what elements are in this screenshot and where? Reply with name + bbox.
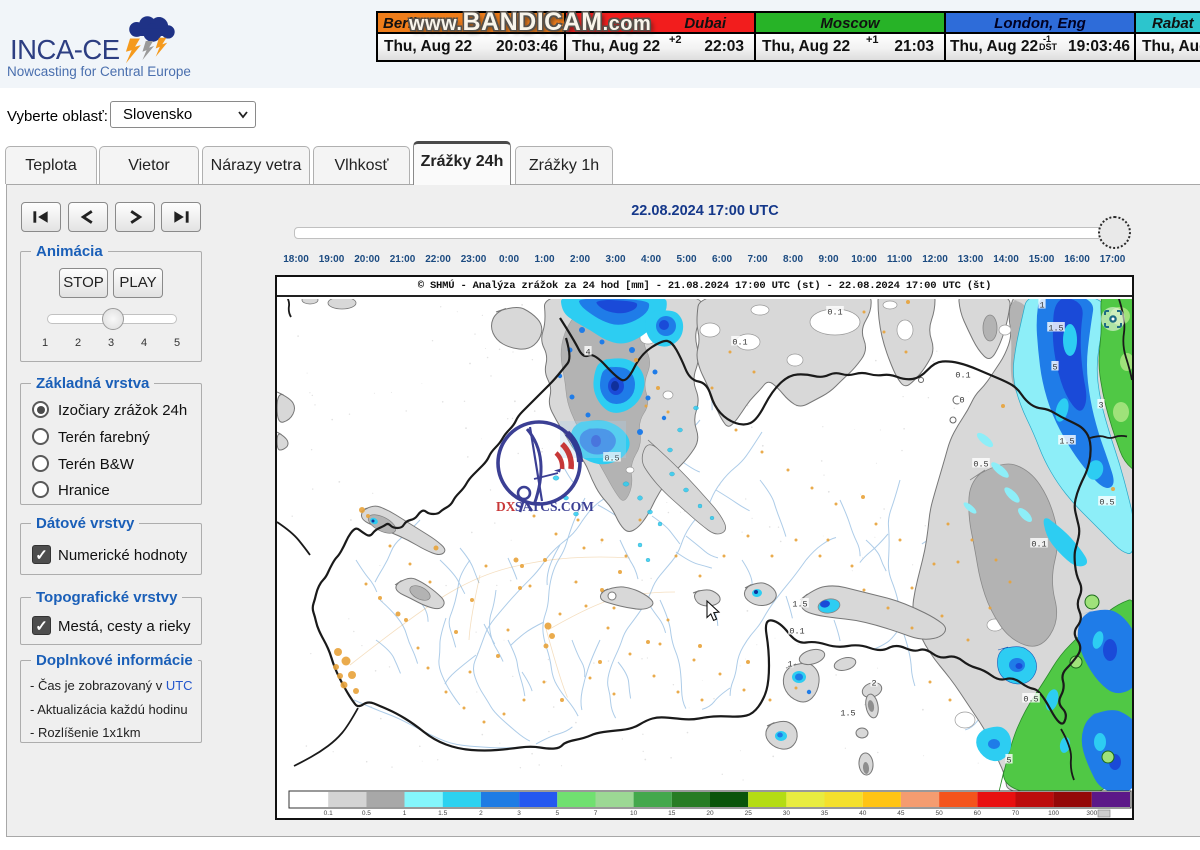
svg-text:0.1: 0.1: [732, 338, 747, 348]
svg-text:20: 20: [706, 810, 714, 817]
svg-text:0.1: 0.1: [324, 810, 333, 817]
svg-text:3: 3: [1098, 401, 1103, 411]
svg-text:0.1: 0.1: [789, 627, 804, 637]
svg-text:0.1: 0.1: [955, 371, 970, 381]
svg-text:30: 30: [783, 810, 791, 817]
svg-text:1.5: 1.5: [438, 810, 447, 817]
svg-text:0: 0: [959, 396, 964, 406]
svg-text:4: 4: [585, 348, 590, 358]
svg-text:45: 45: [897, 810, 905, 817]
svg-text:1.5: 1.5: [1059, 437, 1074, 447]
svg-text:1.5: 1.5: [792, 600, 807, 610]
svg-text:10: 10: [630, 810, 638, 817]
svg-text:3: 3: [517, 810, 521, 817]
svg-text:35: 35: [821, 810, 829, 817]
svg-text:5: 5: [1006, 756, 1011, 766]
svg-text:1.5: 1.5: [1048, 324, 1063, 334]
svg-text:0.5: 0.5: [1023, 695, 1038, 705]
svg-text:DX: DX: [496, 499, 516, 514]
svg-text:0.5: 0.5: [973, 460, 988, 470]
svg-text:60: 60: [974, 810, 982, 817]
svg-text:0.1: 0.1: [1031, 540, 1046, 550]
svg-text:7: 7: [594, 810, 598, 817]
svg-text:1: 1: [403, 810, 407, 817]
svg-text:1.5: 1.5: [840, 709, 855, 719]
svg-text:1: 1: [1039, 301, 1044, 311]
svg-text:0.5: 0.5: [362, 810, 371, 817]
svg-text:SATCS.COM: SATCS.COM: [515, 499, 594, 514]
svg-text:300: 300: [1086, 810, 1097, 817]
svg-text:1: 1: [787, 660, 792, 670]
svg-text:2: 2: [479, 810, 483, 817]
svg-text:2: 2: [871, 679, 876, 689]
svg-text:40: 40: [859, 810, 867, 817]
svg-text:25: 25: [745, 810, 753, 817]
svg-text:0.1: 0.1: [827, 308, 842, 318]
svg-text:5: 5: [1052, 363, 1057, 373]
svg-text:100: 100: [1048, 810, 1059, 817]
svg-text:15: 15: [668, 810, 676, 817]
svg-text:5: 5: [555, 810, 559, 817]
svg-text:50: 50: [935, 810, 943, 817]
svg-text:0.5: 0.5: [1099, 498, 1114, 508]
svg-text:70: 70: [1012, 810, 1020, 817]
